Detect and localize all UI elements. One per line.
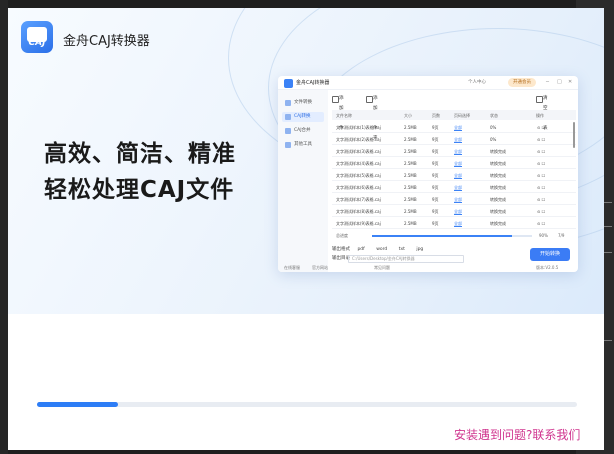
preview-sidebar: 文件转换 CAJ转换 CAJ合并 其他工具: [278, 90, 328, 272]
app-logo-icon: CAJ: [21, 21, 53, 53]
preview-logo-icon: [284, 79, 293, 88]
preview-table-row: 文字测试样本(3)表格.caj 2.5MB 9页 全部 转换完成 ⊙ ☐: [332, 146, 576, 157]
preview-output-path: C:/Users/Desktop/金舟CAJ转换器: [348, 255, 464, 263]
preview-user: 个人中心: [468, 80, 486, 85]
slogan-line-2: 轻松处理CAJ文件: [44, 177, 235, 203]
preview-minimize-icon: ─: [546, 79, 550, 85]
preview-titlebar: 金舟CAJ转换器 个人中心 开通会员 ─ □ ✕: [278, 76, 578, 90]
preview-add-file: 添加文件: [332, 94, 344, 131]
preview-vip-badge: 开通会员: [508, 78, 536, 87]
preview-table-row: 文字测试样本(5)表格.caj 2.5MB 9页 全部 转换完成 ⊙ ☐: [332, 170, 576, 181]
logo-text: CAJ: [28, 38, 46, 48]
preview-scrollbar: [573, 122, 575, 148]
preview-table-row: 文字测试样本(7)表格.caj 2.5MB 9页 全部 转换完成 ⊙ ☐: [332, 194, 576, 205]
app-preview-image: 金舟CAJ转换器 个人中心 开通会员 ─ □ ✕ 文件转换 CAJ转换 CAJ合…: [278, 76, 578, 272]
background-left: [0, 0, 8, 454]
install-progress-bar: [37, 402, 577, 407]
preview-table-row: 文字测试样本(4)表格.caj 2.5MB 9页 全部 转换完成 ⊙ ☐: [332, 158, 576, 169]
install-progress-fill: [37, 402, 118, 407]
slogan-line-1: 高效、简洁、精准: [44, 141, 236, 167]
preview-maximize-icon: □: [557, 79, 562, 85]
preview-table-header: 文件名称 大小 页数 页码选择 状态 操作: [332, 110, 576, 120]
preview-table-row: 文字测试样本(6)表格.caj 2.5MB 9页 全部 转换完成 ⊙ ☐: [332, 182, 576, 193]
preview-format-row: 输出格式 pdf word txt jpg: [332, 247, 424, 252]
preview-sidebar-item: 文件转换: [282, 98, 324, 108]
preview-start-button: 开始转换: [530, 248, 570, 261]
preview-table-row: 文字测试样本(9)表格.caj 2.5MB 9页 全部 转换完成 ⊙ ☐: [332, 218, 576, 229]
preview-add-folder: 添加文件夹: [366, 94, 378, 141]
preview-clear-list: 清空列表: [536, 94, 548, 131]
app-title: 金舟CAJ转换器: [63, 34, 150, 49]
preview-sidebar-item: 其他工具: [282, 140, 324, 150]
preview-sidebar-item: CAJ合并: [282, 126, 324, 136]
preview-overall-progress: 总进度 90% 7/9: [336, 233, 565, 238]
preview-close-icon: ✕: [568, 79, 573, 85]
installer-window: CAJ 金舟CAJ转换器 高效、简洁、精准 轻松处理CAJ文件 金舟CAJ转换器…: [8, 8, 604, 450]
preview-table-row: 文字测试样本(8)表格.caj 2.5MB 9页 全部 转换完成 ⊙ ☐: [332, 206, 576, 217]
hero-banner: CAJ 金舟CAJ转换器 高效、简洁、精准 轻松处理CAJ文件 金舟CAJ转换器…: [8, 8, 604, 314]
preview-title: 金舟CAJ转换器: [296, 80, 330, 86]
preview-table-row: 文字测试样本(2)表格.caj 2.5MB 9页 全部 0% ⊙ ☐: [332, 134, 576, 145]
preview-sidebar-item: CAJ转换: [282, 112, 324, 122]
preview-footer: 在线客服 官方网站 常见问题 版本:V2.0.5: [284, 265, 559, 270]
preview-table-row: 文字测试样本(1)表格.caj 2.5MB 9页 全部 0% ⊙ ☐: [332, 122, 576, 133]
contact-us-link[interactable]: 安装遇到问题?联系我们: [454, 426, 580, 443]
